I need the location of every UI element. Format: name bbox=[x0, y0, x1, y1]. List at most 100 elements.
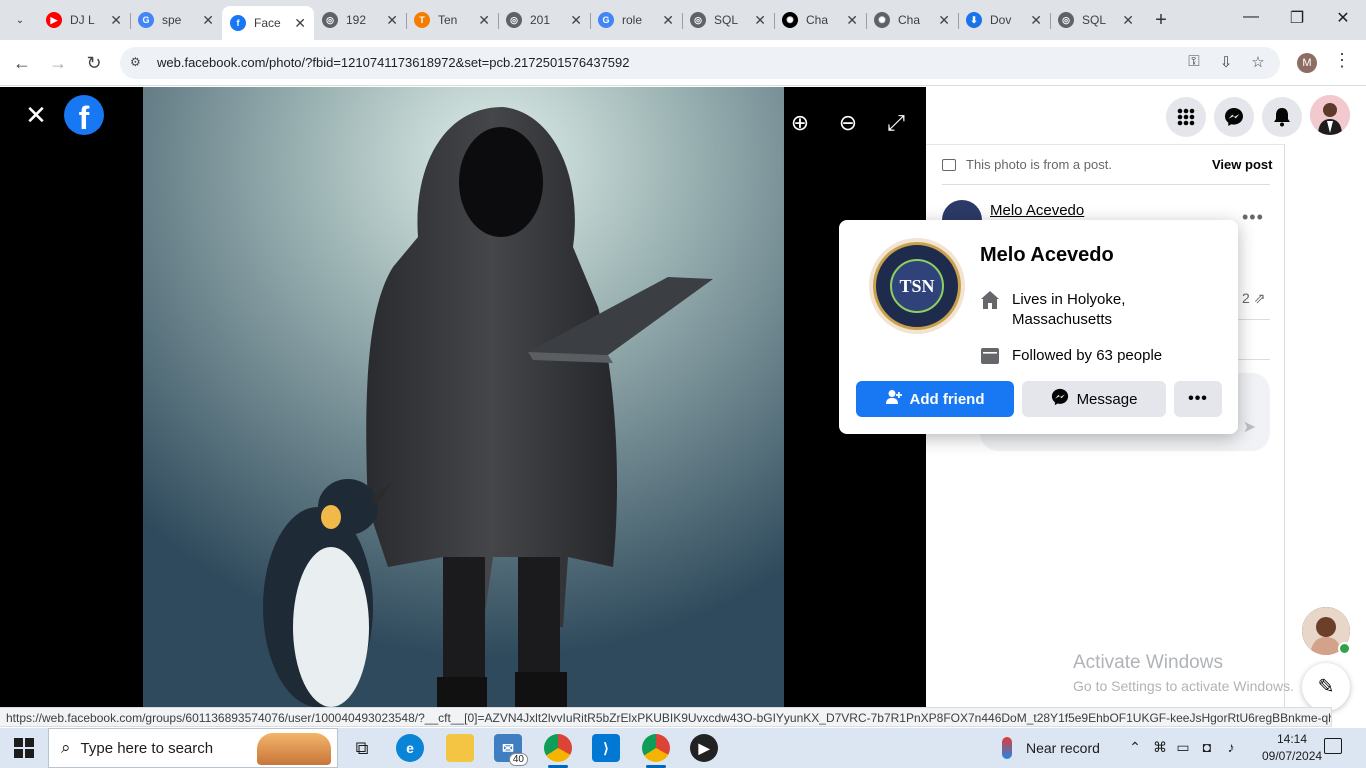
view-post-link[interactable]: View post bbox=[1212, 157, 1272, 172]
notification-center-icon[interactable] bbox=[1324, 738, 1342, 754]
thermometer-icon bbox=[1002, 737, 1012, 759]
install-app-icon[interactable]: ⇩ bbox=[1216, 53, 1236, 71]
tab-close-icon[interactable]: ✕ bbox=[110, 12, 122, 29]
meet-now-icon[interactable]: ◘ bbox=[1198, 739, 1216, 755]
mail-icon[interactable]: ✉ 40 bbox=[494, 734, 528, 766]
volume-icon[interactable]: ♪ bbox=[1222, 739, 1240, 755]
notifications-icon[interactable] bbox=[1262, 97, 1302, 137]
send-icon[interactable]: ➤ bbox=[1243, 417, 1256, 437]
messenger-icon[interactable] bbox=[1214, 97, 1254, 137]
back-icon[interactable]: ← bbox=[10, 52, 34, 74]
profile-avatar[interactable]: M bbox=[1297, 53, 1317, 73]
task-view-icon[interactable]: ⧉ bbox=[348, 734, 376, 762]
browser-tab[interactable]: f Face ✕ bbox=[222, 6, 314, 40]
browser-tab[interactable]: ◎ 192 ✕ bbox=[314, 6, 406, 34]
followed-by-count[interactable]: 63 people bbox=[1096, 347, 1162, 364]
browser-tab[interactable]: ⬇ Dov ✕ bbox=[958, 6, 1050, 34]
browser-tab[interactable]: ▶ DJ L ✕ bbox=[38, 6, 130, 34]
hover-card-avatar[interactable]: TSN bbox=[869, 238, 965, 334]
author-name-link[interactable]: Melo Acevedo bbox=[990, 202, 1084, 219]
taskbar-clock[interactable]: 14:14 09/07/2024 bbox=[1262, 731, 1322, 765]
weather-widget[interactable]: Near record bbox=[1002, 728, 1100, 768]
tab-close-icon[interactable]: ✕ bbox=[478, 12, 490, 29]
tab-close-icon[interactable]: ✕ bbox=[662, 12, 674, 29]
tab-close-icon[interactable]: ✕ bbox=[386, 12, 398, 29]
messenger-icon bbox=[1051, 388, 1069, 410]
zoom-in-icon[interactable]: ⊕ bbox=[786, 109, 814, 137]
tab-close-icon[interactable]: ✕ bbox=[1030, 12, 1042, 29]
reload-icon[interactable]: ↻ bbox=[82, 52, 106, 74]
tab-close-icon[interactable]: ✕ bbox=[294, 15, 306, 32]
more-options-button[interactable]: ••• bbox=[1174, 381, 1222, 417]
tab-close-icon[interactable]: ✕ bbox=[938, 12, 950, 29]
browser-tab[interactable]: ◎ SQL ✕ bbox=[1050, 6, 1142, 34]
tab-title: 192 bbox=[346, 13, 367, 27]
tab-title: Ten bbox=[438, 13, 458, 27]
battery-icon[interactable]: ▭ bbox=[1174, 739, 1192, 756]
media-player-icon[interactable]: ▶ bbox=[690, 734, 718, 762]
windows-start-icon[interactable] bbox=[14, 738, 34, 758]
restore-icon[interactable]: ❐ bbox=[1282, 8, 1312, 28]
tab-close-icon[interactable]: ✕ bbox=[202, 12, 214, 29]
tab-title: 201 bbox=[530, 13, 551, 27]
tab-separator bbox=[958, 13, 959, 29]
vscode-icon[interactable]: ⟩ bbox=[592, 734, 620, 762]
activate-windows-watermark: Activate Windows Go to Settings to activ… bbox=[1073, 652, 1294, 694]
browser-tab[interactable]: T Ten ✕ bbox=[406, 6, 498, 34]
browser-tab[interactable]: Grole ✕ bbox=[590, 6, 682, 34]
key-icon[interactable]: ⚿ bbox=[1184, 53, 1204, 70]
taskbar-search[interactable]: ⌕ Type here to search bbox=[48, 728, 338, 768]
post-photo[interactable] bbox=[143, 87, 784, 707]
new-message-icon[interactable]: ✎ bbox=[1302, 663, 1350, 711]
post-options-icon[interactable]: ••• bbox=[1242, 207, 1264, 228]
browser-tab[interactable]: ✺ Cha ✕ bbox=[866, 6, 958, 34]
tab-close-icon[interactable]: ✕ bbox=[570, 12, 582, 29]
tab-favicon-icon: G bbox=[138, 12, 154, 28]
hover-card-name[interactable]: Melo Acevedo bbox=[980, 244, 1114, 267]
omnibox[interactable]: ⚙ web.facebook.com/photo/?fbid=121074117… bbox=[120, 47, 1280, 79]
new-tab-button[interactable]: + bbox=[1150, 9, 1172, 32]
tab-search-icon[interactable]: ⌄ bbox=[8, 9, 32, 31]
close-viewer-icon[interactable]: ✕ bbox=[24, 102, 48, 128]
chrome-profile-icon[interactable] bbox=[642, 734, 670, 768]
clock-date: 09/07/2024 bbox=[1262, 749, 1323, 763]
bookmark-star-icon[interactable]: ☆ bbox=[1248, 53, 1268, 71]
account-avatar[interactable] bbox=[1310, 95, 1350, 135]
tab-close-icon[interactable]: ✕ bbox=[1122, 12, 1134, 29]
browser-tab[interactable]: Gspe ✕ bbox=[130, 6, 222, 34]
network-icon[interactable]: ⌘ bbox=[1151, 739, 1169, 756]
file-explorer-icon[interactable] bbox=[446, 734, 474, 762]
chat-head-avatar[interactable] bbox=[1302, 607, 1351, 655]
forward-icon[interactable]: → bbox=[46, 52, 70, 74]
browser-tab[interactable]: ✺ Cha ✕ bbox=[774, 6, 866, 34]
edge-icon[interactable]: e bbox=[396, 734, 424, 762]
avatar-ring: TSN bbox=[873, 242, 961, 330]
photo-image bbox=[143, 87, 784, 707]
zoom-out-icon[interactable]: ⊖ bbox=[834, 109, 862, 137]
add-friend-button[interactable]: Add friend bbox=[856, 381, 1014, 417]
weather-text: Near record bbox=[1026, 740, 1100, 756]
taskbar-search-placeholder: Type here to search bbox=[80, 739, 214, 757]
chrome-icon[interactable] bbox=[544, 734, 572, 768]
close-window-icon[interactable]: ✕ bbox=[1328, 8, 1358, 28]
tab-title: spe bbox=[162, 13, 182, 27]
facebook-logo-icon[interactable]: f bbox=[64, 95, 104, 135]
fullscreen-icon[interactable]: ⤢ bbox=[882, 109, 910, 137]
share-count[interactable]: 2 ⇗ bbox=[1242, 290, 1265, 307]
tab-favicon-icon: ◎ bbox=[506, 12, 522, 28]
message-button[interactable]: Message bbox=[1022, 381, 1166, 417]
home-icon bbox=[981, 291, 999, 309]
browser-menu-icon[interactable]: ⋮ bbox=[1333, 50, 1351, 71]
browser-tab[interactable]: ◎ SQL ✕ bbox=[682, 6, 774, 34]
activate-subtitle: Go to Settings to activate Windows. bbox=[1073, 678, 1294, 694]
url-text[interactable]: web.facebook.com/photo/?fbid=12107411736… bbox=[157, 55, 630, 70]
tab-separator bbox=[866, 13, 867, 29]
site-info-icon[interactable]: ⚙ bbox=[130, 55, 144, 69]
show-hidden-icons-icon[interactable]: ⌃ bbox=[1126, 739, 1144, 756]
minimize-icon[interactable]: — bbox=[1236, 8, 1266, 26]
tab-close-icon[interactable]: ✕ bbox=[754, 12, 766, 29]
menu-grid-icon[interactable] bbox=[1166, 97, 1206, 137]
browser-tab[interactable]: ◎ 201 ✕ bbox=[498, 6, 590, 34]
post-note: This photo is from a post. bbox=[942, 157, 1112, 172]
tab-close-icon[interactable]: ✕ bbox=[846, 12, 858, 29]
